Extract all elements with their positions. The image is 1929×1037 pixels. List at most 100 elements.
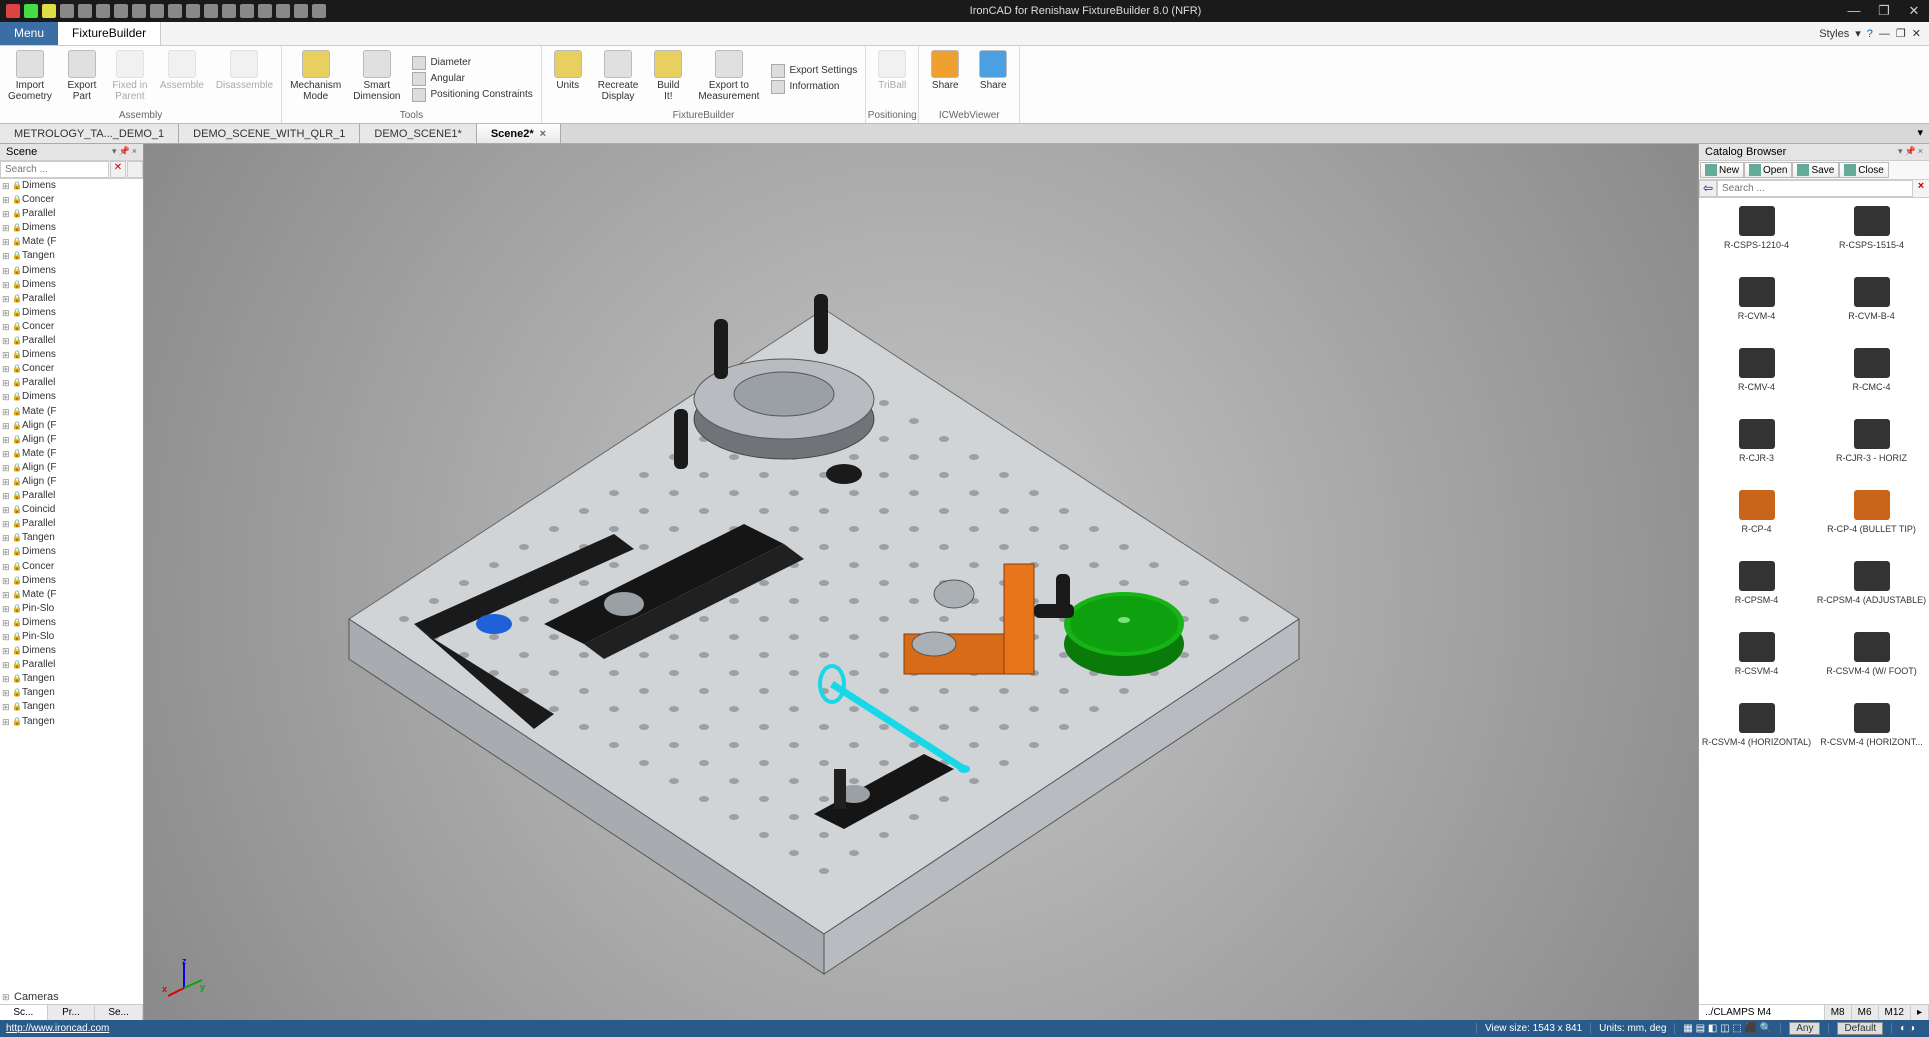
catalog-item[interactable]: R-CSVM-4 [1699,628,1814,699]
tree-item[interactable]: 🔒Dimens [0,390,143,404]
tree-item[interactable]: 🔒Mate (F [0,447,143,461]
qat-icon[interactable] [168,4,182,18]
tree-item[interactable]: 🔒Dimens [0,545,143,559]
tree-item[interactable]: 🔒Dimens [0,264,143,278]
tree-item[interactable]: 🔒Concer [0,560,143,574]
footer-tab-search[interactable]: Se... [95,1005,143,1020]
panel-pin-icon[interactable]: 📌 [119,146,130,158]
catalog-new-button[interactable]: New [1700,162,1744,178]
tree-item[interactable]: 🔒Align (F [0,433,143,447]
tree-item[interactable]: 🔒Tangen [0,249,143,263]
mechanism-mode-button[interactable]: Mechanism Mode [286,48,345,109]
tree-item[interactable]: 🔒Dimens [0,616,143,630]
catalog-item[interactable]: R-CJR-3 - HORIZ [1814,415,1929,486]
tree-item[interactable]: 🔒Parallel [0,334,143,348]
catalog-search-input[interactable] [1717,180,1913,197]
search-clear-icon[interactable]: ✕ [110,161,126,178]
diameter-button[interactable]: Diameter [412,56,532,70]
chevron-down-icon[interactable]: ▾ [1855,27,1861,40]
catalog-tab-m6[interactable]: M6 [1852,1005,1879,1020]
catalog-item[interactable]: R-CSVM-4 (HORIZONTAL) [1699,699,1814,770]
search-filter-icon[interactable] [127,161,143,178]
qat-icon[interactable] [222,4,236,18]
maximize-button[interactable]: ❐ [1869,3,1899,19]
qat-icon[interactable] [96,4,110,18]
catalog-item[interactable]: R-CP-4 (BULLET TIP) [1814,486,1929,557]
tree-item[interactable]: 🔒Concer [0,320,143,334]
panel-dropdown-icon[interactable]: ▾ [1898,146,1903,158]
catalog-tab-overflow-icon[interactable]: ▸ [1911,1005,1929,1020]
help-icon[interactable]: ? [1867,28,1873,40]
catalog-item[interactable]: R-CSPS-1210-4 [1699,202,1814,273]
tab-overflow-icon[interactable]: ▾ [1911,124,1929,143]
tree-item[interactable]: 🔒Dimens [0,221,143,235]
catalog-item[interactable]: R-CPSM-4 (ADJUSTABLE) [1814,557,1929,628]
tree-item[interactable]: 🔒Dimens [0,348,143,362]
catalog-item[interactable]: R-CVM-B-4 [1814,273,1929,344]
catalog-item[interactable]: R-CPSM-4 [1699,557,1814,628]
status-filter-dropdown[interactable]: Any [1789,1022,1820,1035]
catalog-item[interactable]: R-CSVM-4 (W/ FOOT) [1814,628,1929,699]
catalog-grid[interactable]: R-CSPS-1210-4R-CSPS-1515-4R-CVM-4R-CVM-B… [1699,198,1929,1004]
qat-icon[interactable] [240,4,254,18]
tree-item[interactable]: 🔒Parallel [0,292,143,306]
tree-item[interactable]: 🔒Concer [0,193,143,207]
status-style-dropdown[interactable]: Default [1837,1022,1883,1035]
catalog-item[interactable]: R-CMC-4 [1814,344,1929,415]
tree-item[interactable]: 🔒Dimens [0,574,143,588]
tree-item[interactable]: 🔒Parallel [0,658,143,672]
ribbon-tab-fixturebuilder[interactable]: FixtureBuilder [58,22,161,45]
build-it-button[interactable]: Build It! [646,48,690,109]
tree-item[interactable]: 🔒Mate (F [0,588,143,602]
catalog-open-button[interactable]: Open [1744,162,1792,178]
catalog-tab-m12[interactable]: M12 [1879,1005,1911,1020]
menu-button[interactable]: Menu [0,22,58,45]
export-settings-button[interactable]: Export Settings [771,64,857,78]
doc-tab[interactable]: DEMO_SCENE_WITH_QLR_1 [179,124,360,143]
scene-tree[interactable]: 🔒Dimens🔒Concer🔒Parallel🔒Dimens🔒Mate (F🔒T… [0,179,143,990]
tree-item[interactable]: 🔒Align (F [0,419,143,433]
footer-tab-properties[interactable]: Pr... [48,1005,96,1020]
catalog-search-clear-icon[interactable]: × [1913,180,1929,197]
close-tab-icon[interactable]: × [540,128,546,140]
minimize-button[interactable]: — [1839,3,1869,19]
smart-dimension-button[interactable]: Smart Dimension [349,48,404,109]
qat-icon[interactable] [24,4,38,18]
window-close-icon[interactable]: ✕ [1912,27,1921,40]
close-button[interactable]: ✕ [1899,3,1929,19]
panel-close-icon[interactable]: × [1918,146,1923,158]
qat-icon[interactable] [276,4,290,18]
information-button[interactable]: Information [771,80,857,94]
panel-dropdown-icon[interactable]: ▾ [112,146,117,158]
catalog-save-button[interactable]: Save [1792,162,1839,178]
tree-item[interactable]: 🔒Mate (F [0,235,143,249]
window-restore-icon[interactable]: ❐ [1896,27,1906,40]
styles-dropdown[interactable]: Styles [1819,28,1849,40]
tree-item[interactable]: 🔒Coincid [0,503,143,517]
share-js-button[interactable]: Share [923,48,967,109]
tree-item[interactable]: 🔒Tangen [0,715,143,729]
catalog-item[interactable]: R-CSPS-1515-4 [1814,202,1929,273]
qat-icon[interactable] [186,4,200,18]
doc-tab-active[interactable]: Scene2*× [477,124,561,143]
window-minimize-icon[interactable]: — [1879,28,1890,40]
qat-icon[interactable] [6,4,20,18]
catalog-back-button[interactable]: ⇦ [1699,180,1717,197]
catalog-item[interactable]: R-CSVM-4 (HORIZONT... [1814,699,1929,770]
tree-item-cameras[interactable]: Cameras [0,990,143,1004]
catalog-close-button[interactable]: Close [1839,162,1889,178]
tree-item[interactable]: 🔒Tangen [0,531,143,545]
tree-item[interactable]: 🔒Dimens [0,179,143,193]
tree-item[interactable]: 🔒Pin-Slo [0,630,143,644]
qat-icon[interactable] [294,4,308,18]
tree-item[interactable]: 🔒Dimens [0,644,143,658]
qat-icon[interactable] [60,4,74,18]
status-url-link[interactable]: http://www.ironcad.com [6,1023,109,1034]
tree-item[interactable]: 🔒Parallel [0,376,143,390]
qat-icon[interactable] [78,4,92,18]
catalog-item[interactable]: R-CMV-4 [1699,344,1814,415]
qat-icon[interactable] [204,4,218,18]
viewport-3d[interactable]: z y x [144,144,1698,1020]
catalog-tab-m8[interactable]: M8 [1825,1005,1852,1020]
angular-button[interactable]: Angular [412,72,532,86]
